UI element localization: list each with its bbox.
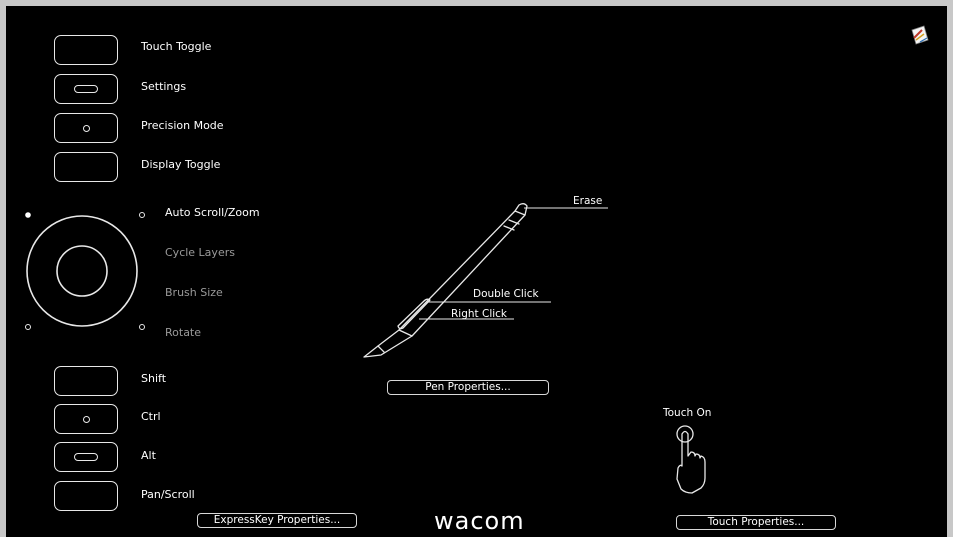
- window-frame: Touch Toggle Settings Precision Mode Dis…: [0, 0, 953, 537]
- tablet-overlay: Touch Toggle Settings Precision Mode Dis…: [6, 6, 947, 537]
- pen-tablet-app-icon[interactable]: [6, 6, 947, 537]
